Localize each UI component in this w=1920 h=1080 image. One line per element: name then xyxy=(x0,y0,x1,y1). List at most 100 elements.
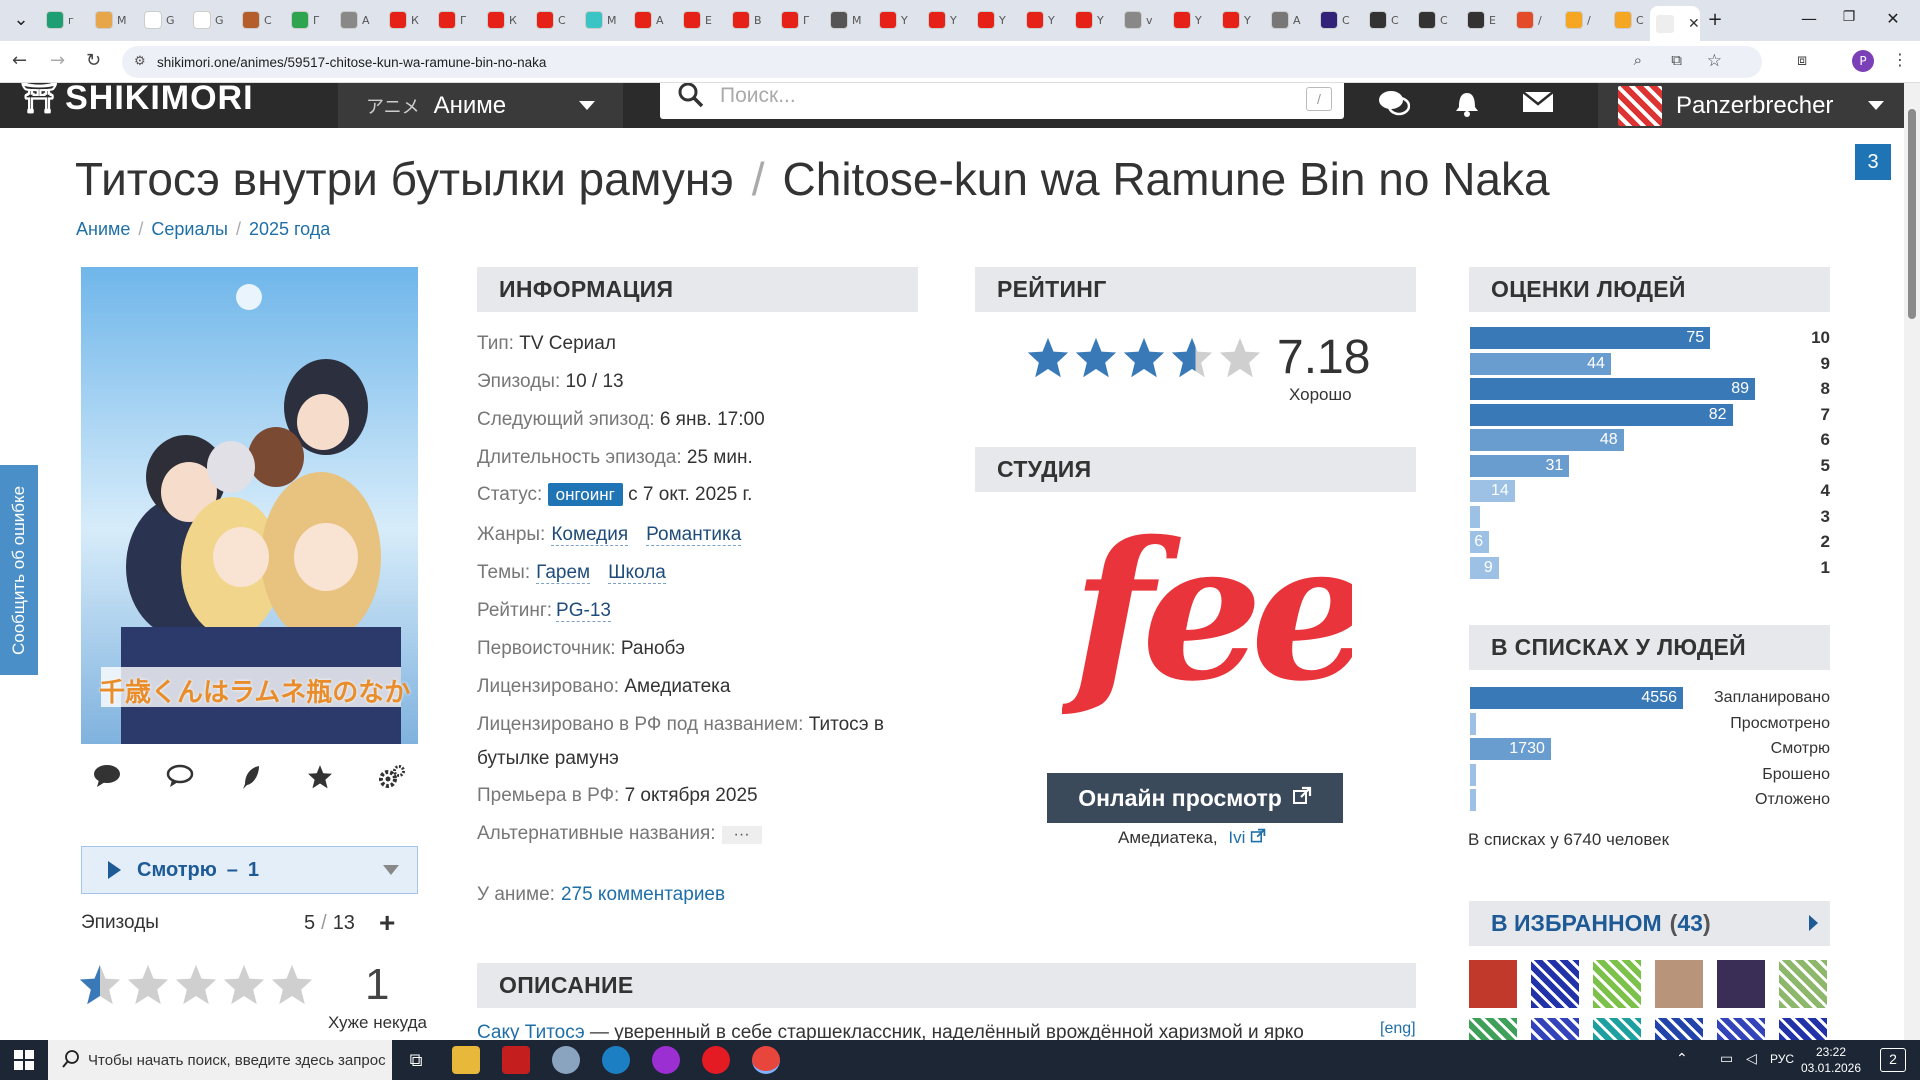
breadcrumb-year[interactable]: 2025 года xyxy=(249,219,330,239)
browser-tab[interactable]: В xyxy=(726,7,776,33)
tray-chevron-icon[interactable]: ⌃ xyxy=(1676,1050,1688,1067)
browser-tab[interactable]: / xyxy=(1510,7,1560,33)
back-button[interactable]: ← xyxy=(12,50,27,71)
star-icon[interactable] xyxy=(174,963,218,1012)
browser-tab[interactable]: Y xyxy=(1020,7,1070,33)
browser-tab[interactable]: Г xyxy=(285,7,335,33)
browser-tab[interactable]: С xyxy=(1314,7,1364,33)
task-view-icon[interactable]: ⧉ xyxy=(402,1046,430,1074)
user-menu[interactable]: Panzerbrecher xyxy=(1598,83,1904,128)
notification-count-badge[interactable]: 3 xyxy=(1855,144,1891,180)
tray-network-icon[interactable]: ▭ xyxy=(1720,1050,1733,1067)
tab-active[interactable]: ✕ xyxy=(1650,6,1700,41)
browser-tab[interactable]: С xyxy=(1363,7,1413,33)
favorite-user-avatar[interactable] xyxy=(1779,1018,1827,1040)
browser-tab[interactable]: Y xyxy=(971,7,1021,33)
browser-tab[interactable]: С xyxy=(530,7,580,33)
browser-tab[interactable]: А xyxy=(628,7,678,33)
scrollbar-thumb[interactable] xyxy=(1908,109,1916,319)
favorite-user-avatar[interactable] xyxy=(1655,1018,1703,1040)
minimize-button[interactable]: — xyxy=(1796,9,1822,28)
mail-icon[interactable] xyxy=(1522,89,1554,122)
tab-close-icon[interactable]: ✕ xyxy=(1688,15,1700,32)
app-icon[interactable] xyxy=(552,1046,580,1074)
close-window-button[interactable]: ✕ xyxy=(1880,9,1906,28)
bookmark-star-icon[interactable]: ☆ xyxy=(1707,51,1722,71)
browser-tab[interactable]: С xyxy=(236,7,286,33)
browser-tab[interactable]: г xyxy=(40,7,90,33)
favorite-user-avatar[interactable] xyxy=(1531,960,1579,1008)
browser-tab[interactable]: Y xyxy=(922,7,972,33)
browser-menu-icon[interactable]: ⋮ xyxy=(1892,50,1908,69)
browser-tab[interactable]: Y xyxy=(1069,7,1119,33)
favorite-user-avatar[interactable] xyxy=(1469,1018,1517,1040)
comments-link[interactable]: 275 комментариев xyxy=(561,884,725,905)
report-error-tab[interactable]: Сообщить об ошибке xyxy=(0,465,38,675)
genre-link[interactable]: Комедия xyxy=(551,524,629,546)
alt-names-expand-button[interactable]: ··· xyxy=(721,826,762,844)
profile-avatar[interactable]: P xyxy=(1852,50,1874,72)
site-info-icon[interactable]: ⚙ xyxy=(134,53,146,69)
star-icon[interactable] xyxy=(78,963,122,1012)
star-icon[interactable] xyxy=(126,963,170,1012)
browser-tab[interactable]: Г xyxy=(432,7,482,33)
browser-tab[interactable]: М xyxy=(579,7,629,33)
watch-link-amediateka[interactable]: Амедиатека, xyxy=(1118,828,1218,847)
browser-tab[interactable]: А xyxy=(334,7,384,33)
zoom-icon[interactable]: ⌕ xyxy=(1634,52,1642,69)
browser-tab[interactable]: v xyxy=(1118,7,1168,33)
increment-episode-button[interactable]: + xyxy=(379,907,395,939)
app-icon[interactable] xyxy=(602,1046,630,1074)
browser-tab[interactable]: С xyxy=(1412,7,1462,33)
tray-volume-icon[interactable]: ◁ xyxy=(1746,1050,1757,1067)
browser-tab[interactable]: К xyxy=(383,7,433,33)
review-feather-icon[interactable] xyxy=(239,764,263,797)
browser-tab[interactable]: G xyxy=(138,7,188,33)
favorite-user-avatar[interactable] xyxy=(1655,960,1703,1008)
breadcrumb-anime[interactable]: Аниме xyxy=(76,219,130,239)
episodes-watched[interactable]: 5 xyxy=(304,912,315,934)
address-bar[interactable]: ⚙ shikimori.one/animes/59517-chitose-kun… xyxy=(122,46,1762,78)
extensions-icon[interactable]: ⧈ xyxy=(1797,50,1807,70)
browser-tab[interactable]: / xyxy=(1559,7,1609,33)
app-icon[interactable] xyxy=(652,1046,680,1074)
browser-tab[interactable]: Y xyxy=(1167,7,1217,33)
browser-tab[interactable]: G xyxy=(187,7,237,33)
favorite-user-avatar[interactable] xyxy=(1531,1018,1579,1040)
watch-link-ivi[interactable]: Ivi xyxy=(1228,828,1245,847)
page-scrollbar[interactable] xyxy=(1904,83,1920,1040)
favorite-user-avatar[interactable] xyxy=(1717,1018,1765,1040)
notifications-icon[interactable] xyxy=(1452,89,1482,126)
description-eng-link[interactable]: [eng] xyxy=(1380,1020,1416,1038)
genre-link[interactable]: Романтика xyxy=(646,524,742,546)
watch-online-button[interactable]: Онлайн просмотр xyxy=(1047,773,1343,823)
status-badge[interactable]: онгоинг xyxy=(547,483,623,506)
search-input[interactable]: Поиск... / xyxy=(660,83,1344,119)
taskbar-clock[interactable]: 23:22 03.01.2026 xyxy=(1794,1044,1868,1076)
opera-app-icon[interactable] xyxy=(702,1046,730,1074)
browser-tab[interactable]: Е xyxy=(1461,7,1511,33)
tab-search-icon[interactable]: ⌄ xyxy=(8,9,34,30)
browser-tab[interactable]: А xyxy=(1265,7,1315,33)
browser-tab[interactable]: К xyxy=(481,7,531,33)
anime-menu[interactable]: アニメ Аниме xyxy=(338,83,623,128)
chrome-app-icon[interactable] xyxy=(752,1046,780,1074)
site-logo[interactable]: ⛩ SHIKIMORI xyxy=(20,83,254,118)
theme-link[interactable]: Школа xyxy=(608,562,666,584)
theme-link[interactable]: Гарем xyxy=(536,562,591,584)
anime-poster[interactable]: 千歳くんはラムネ瓶のなか xyxy=(81,267,418,744)
flash-app-icon[interactable] xyxy=(502,1046,530,1074)
star-icon[interactable] xyxy=(270,963,314,1012)
rating-link[interactable]: PG-13 xyxy=(556,600,611,622)
episodes-progress[interactable]: 5 /13 xyxy=(304,912,355,935)
user-list-status-dropdown[interactable]: Смотрю – 1 xyxy=(81,846,418,894)
browser-tab[interactable]: М xyxy=(89,7,139,33)
favorite-user-avatar[interactable] xyxy=(1593,1018,1641,1040)
favorite-user-avatar[interactable] xyxy=(1593,960,1641,1008)
start-button[interactable] xyxy=(0,1040,48,1080)
browser-tab[interactable]: Y xyxy=(873,7,923,33)
reload-button[interactable]: ↻ xyxy=(86,50,101,71)
breadcrumb-series[interactable]: Сериалы xyxy=(151,219,228,239)
forward-button[interactable]: → xyxy=(50,50,65,71)
discussion-icon[interactable] xyxy=(166,764,194,797)
